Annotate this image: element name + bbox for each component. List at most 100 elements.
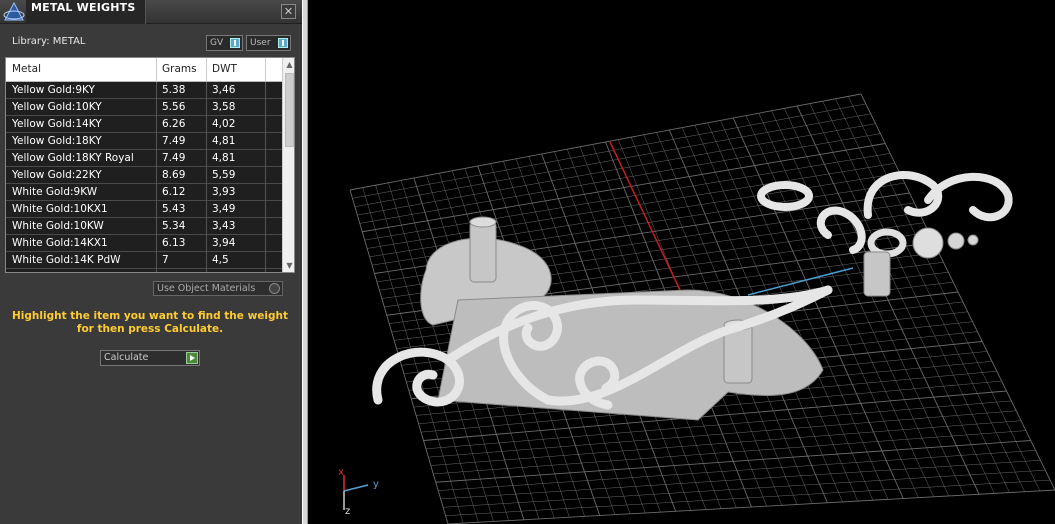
table-row[interactable]: White Gold:10KX1 5.43 3,49 — [6, 201, 282, 218]
cell-grams: 6.12 — [162, 186, 186, 198]
user-toggle-label: User — [250, 38, 271, 48]
row-divider — [206, 82, 207, 99]
earring-bead-small[interactable] — [947, 232, 965, 250]
cell-metal: Yellow Gold:9KY — [12, 84, 95, 96]
grid-line — [435, 440, 1031, 483]
row-divider — [206, 116, 207, 133]
table-row[interactable]: White Gold:9KW 6.12 3,93 — [6, 184, 282, 201]
cell-grams: 6.13 — [162, 237, 186, 249]
column-divider[interactable] — [265, 58, 266, 82]
earring-bead[interactable] — [912, 227, 944, 259]
cell-grams: 7.49 — [162, 135, 186, 147]
table-row[interactable]: Yellow Gold:9KY 5.38 3,46 — [6, 82, 282, 99]
calculate-button[interactable]: Calculate — [100, 350, 200, 366]
row-divider — [206, 133, 207, 150]
row-divider — [265, 133, 266, 150]
post-left[interactable] — [469, 221, 497, 283]
scroll-down-icon[interactable]: ▼ — [283, 259, 294, 272]
panel-titlebar: METAL WEIGHTS ✕ — [0, 0, 302, 24]
table-row[interactable]: White Gold:14KW 5.45 3,49 — [6, 269, 282, 272]
row-divider — [156, 116, 157, 133]
cell-metal: White Gold:10KW — [12, 220, 104, 232]
row-divider — [265, 150, 266, 167]
table-body: Yellow Gold:9KY 5.38 3,46 Yellow Gold:10KY 5… — [6, 82, 282, 272]
column-header-dwt[interactable]: DWT — [212, 63, 237, 75]
cell-dwt: 3,94 — [212, 237, 236, 249]
metal-table[interactable]: Metal Grams DWT Yellow Gold:9KY 5.38 3,46 Y… — [5, 57, 295, 273]
cell-metal: White Gold:9KW — [12, 186, 98, 198]
table-row[interactable]: Yellow Gold:14KY 6.26 4,02 — [6, 116, 282, 133]
axis-x-label: x — [338, 467, 344, 478]
earring-bead-tiny[interactable] — [967, 234, 979, 246]
cell-dwt: 3,93 — [212, 186, 236, 198]
table-row[interactable]: Yellow Gold:22KY 8.69 5,59 — [6, 167, 282, 184]
table-row[interactable]: White Gold:14K PdW 7 4,5 — [6, 252, 282, 269]
row-divider — [156, 269, 157, 272]
earring-post[interactable] — [863, 251, 891, 297]
axis-y-label: y — [373, 479, 379, 490]
cell-dwt: 4,02 — [212, 118, 236, 130]
row-divider — [206, 218, 207, 235]
row-divider — [156, 252, 157, 269]
row-divider — [156, 99, 157, 116]
row-divider — [156, 201, 157, 218]
grid-line — [445, 479, 1051, 516]
table-row[interactable]: White Gold:14KX1 6.13 3,94 — [6, 235, 282, 252]
grid-line — [447, 489, 1055, 524]
column-header-grams[interactable]: Grams — [162, 63, 197, 75]
table-row[interactable]: Yellow Gold:10KY 5.56 3,58 — [6, 99, 282, 116]
cell-grams: 5.38 — [162, 84, 186, 96]
3d-viewport[interactable]: x y z — [308, 0, 1055, 524]
table-scrollbar[interactable]: ▲ ▼ — [282, 58, 294, 272]
column-divider[interactable] — [156, 58, 157, 82]
table-row[interactable]: White Gold:10KW 5.34 3,43 — [6, 218, 282, 235]
cell-grams: 7.49 — [162, 152, 186, 164]
row-divider — [265, 116, 266, 133]
grid-line — [809, 103, 995, 494]
library-label: Library: METAL — [12, 36, 86, 47]
viewport-scene — [343, 93, 1055, 524]
scroll-thumb[interactable] — [285, 73, 294, 147]
row-divider — [265, 201, 266, 218]
pendant-plate-main[interactable] — [437, 289, 824, 421]
table-row[interactable]: Yellow Gold:18KY 7.49 4,81 — [6, 133, 282, 150]
cell-dwt: 4,81 — [212, 135, 236, 147]
row-divider — [206, 235, 207, 252]
user-toggle[interactable]: User — [246, 35, 291, 51]
row-divider — [265, 269, 266, 272]
toggle-switch-icon — [278, 38, 288, 48]
cell-dwt: 3,58 — [212, 101, 236, 113]
toggle-switch-icon — [230, 38, 240, 48]
column-divider[interactable] — [206, 58, 207, 82]
row-divider — [156, 184, 157, 201]
close-button[interactable]: ✕ — [281, 4, 296, 19]
instruction-text: Highlight the item you want to find the … — [12, 310, 288, 335]
gv-toggle[interactable]: GV — [206, 35, 243, 51]
cell-metal: Yellow Gold:14KY — [12, 118, 102, 130]
cell-grams: 5.45 — [162, 271, 185, 272]
app-logo-icon — [3, 1, 25, 21]
grid-line — [433, 430, 1026, 475]
cell-grams: 5.43 — [162, 203, 186, 215]
post-left-top[interactable] — [469, 216, 497, 228]
cell-dwt: 4,5 — [212, 254, 229, 266]
close-icon: ✕ — [283, 5, 294, 18]
row-divider — [265, 235, 266, 252]
cell-metal: White Gold:10KX1 — [12, 203, 108, 215]
cell-metal: Yellow Gold:18KY — [12, 135, 102, 147]
use-object-materials-toggle[interactable]: Use Object Materials — [153, 281, 283, 296]
row-divider — [156, 218, 157, 235]
column-header-metal[interactable]: Metal — [12, 63, 41, 75]
row-divider — [206, 252, 207, 269]
axis-gizmo — [343, 475, 369, 510]
table-row[interactable]: Yellow Gold:18KY Royal 7.49 4,81 — [6, 150, 282, 167]
cell-dwt: 4,81 — [212, 152, 236, 164]
cell-metal: Yellow Gold:18KY Royal — [12, 152, 134, 164]
cell-grams: 8.69 — [162, 169, 186, 181]
scroll-up-icon[interactable]: ▲ — [283, 58, 294, 71]
cell-metal: White Gold:14KW — [12, 271, 104, 272]
cell-grams: 5.34 — [162, 220, 186, 232]
cell-dwt: 3,49 — [212, 271, 235, 272]
row-divider — [156, 235, 157, 252]
axis-z-label: z — [345, 506, 351, 517]
